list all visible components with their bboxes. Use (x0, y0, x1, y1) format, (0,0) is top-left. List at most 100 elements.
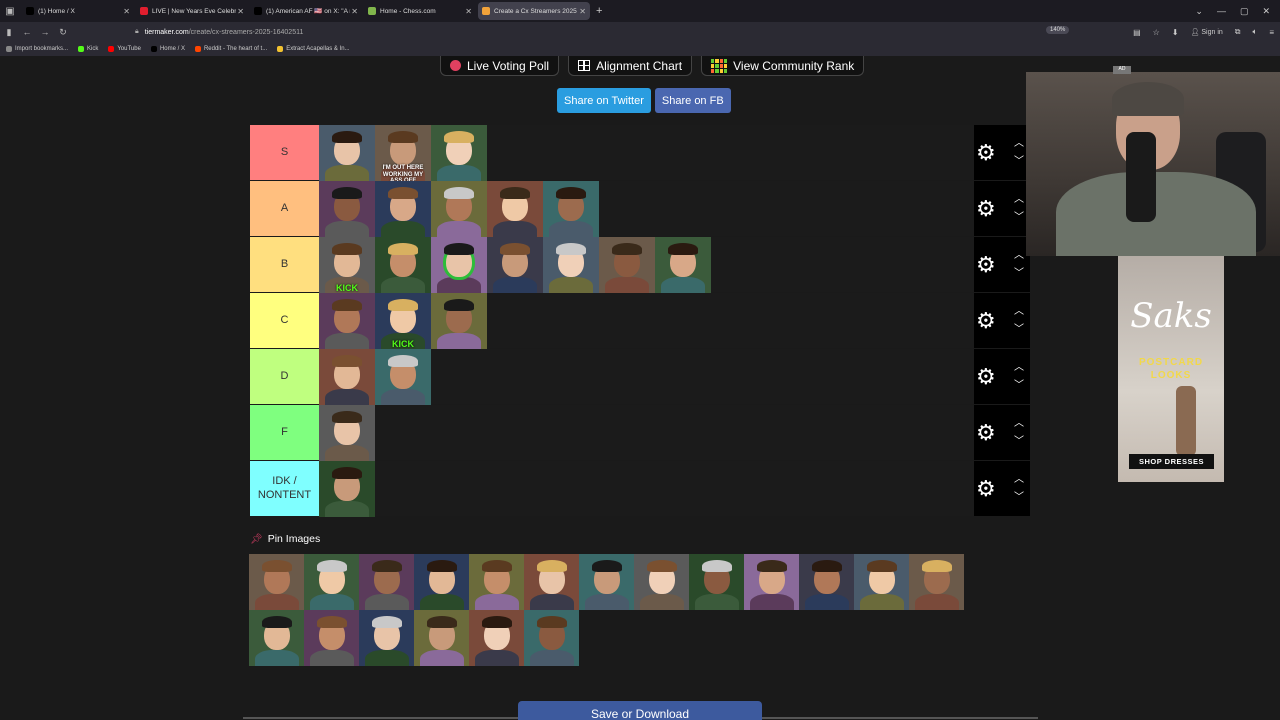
tier-items[interactable] (319, 405, 974, 461)
maximize-icon[interactable]: ▢ (1240, 6, 1249, 17)
bookmark-item[interactable]: Kick (78, 46, 98, 52)
address-bar[interactable]: 🔒︎ tiermaker.com /create/cx-streamers-20… (135, 25, 1085, 39)
tab-close-icon[interactable]: ✕ (351, 7, 358, 16)
bookmark-item[interactable]: Import bookmarks... (6, 46, 68, 52)
tier-label[interactable]: S (250, 125, 319, 180)
pin-image-avatar[interactable] (634, 554, 689, 610)
tier-item-avatar[interactable] (543, 181, 599, 237)
sign-in-button[interactable]: 👤︎ Sign in (1191, 28, 1223, 36)
tier-item-avatar[interactable] (375, 349, 431, 405)
browser-tab[interactable]: Home - Chess.com ✕ (364, 2, 476, 20)
tier-item-avatar[interactable]: I'M OUT HERE WORKING MY ASS OFF (375, 125, 431, 181)
back-icon[interactable]: ← (18, 27, 36, 37)
tier-item-avatar[interactable] (319, 349, 375, 405)
browser-tab[interactable]: LIVE | New Years Eve Celebratio✕ (136, 2, 248, 20)
pin-image-avatar[interactable] (359, 554, 414, 610)
tier-label[interactable]: C (250, 293, 319, 348)
gear-icon[interactable]: ⚙ (976, 421, 996, 444)
tier-items[interactable]: KICK (319, 293, 974, 349)
chevron-up-icon[interactable]: ︿ (1014, 418, 1024, 429)
tier-item-avatar[interactable]: KICK (375, 293, 431, 349)
chevron-down-icon[interactable]: ﹀ (1014, 156, 1024, 167)
tab-close-icon[interactable]: ✕ (579, 7, 586, 16)
gear-icon[interactable]: ⚙ (976, 309, 996, 332)
tier-items[interactable] (319, 461, 974, 517)
gear-icon[interactable]: ⚙ (976, 477, 996, 500)
alignment-chart-button[interactable]: Alignment Chart (568, 56, 693, 76)
gear-icon[interactable]: ⚙ (976, 365, 996, 388)
chevron-up-icon[interactable]: ︿ (1014, 362, 1024, 373)
chevron-down-icon[interactable]: ﹀ (1014, 492, 1024, 503)
tier-item-avatar[interactable] (487, 181, 543, 237)
close-window-icon[interactable]: ✕ (1262, 6, 1270, 17)
bookmark-item[interactable]: Home / X (150, 46, 185, 52)
tier-item-avatar[interactable] (487, 237, 543, 293)
chevron-up-icon[interactable]: ︿ (1014, 194, 1024, 205)
reload-icon[interactable]: ↻ (54, 27, 72, 38)
pin-image-avatar[interactable] (414, 610, 469, 666)
pin-image-avatar[interactable] (249, 554, 304, 610)
reader-view-icon[interactable]: ▤ (1133, 28, 1141, 37)
pin-image-avatar[interactable] (524, 554, 579, 610)
chevron-up-icon[interactable]: ︿ (1014, 474, 1024, 485)
tier-item-avatar[interactable] (319, 125, 375, 181)
tier-item-avatar[interactable] (319, 181, 375, 237)
minimize-icon[interactable]: — (1217, 6, 1226, 16)
chevron-down-icon[interactable]: ﹀ (1014, 212, 1024, 223)
tier-item-avatar[interactable] (599, 237, 655, 293)
tier-items[interactable]: KICK (319, 237, 974, 293)
tier-item-avatar[interactable] (431, 125, 487, 181)
pin-image-avatar[interactable] (359, 610, 414, 666)
tier-label[interactable]: F (250, 405, 319, 460)
tab-close-icon[interactable]: ✕ (123, 7, 130, 16)
extensions-icon[interactable]: ⧉ (1235, 27, 1241, 37)
forward-icon[interactable]: → (36, 27, 54, 37)
bookmark-star-icon[interactable]: ☆ (1153, 28, 1160, 37)
tier-items[interactable] (319, 181, 974, 237)
gear-icon[interactable]: ⚙ (976, 197, 996, 220)
pin-image-avatar[interactable] (744, 554, 799, 610)
tier-item-avatar[interactable] (319, 293, 375, 349)
tier-item-avatar[interactable] (375, 181, 431, 237)
bookmark-item[interactable]: Extract Acapellas & In... (277, 46, 350, 52)
tier-items[interactable]: I'M OUT HERE WORKING MY ASS OFF (319, 125, 974, 181)
pin-image-avatar[interactable] (909, 554, 964, 610)
mute-icon[interactable]: 🔈︎ (1253, 27, 1258, 37)
gear-icon[interactable]: ⚙ (976, 141, 996, 164)
pin-image-avatar[interactable] (469, 554, 524, 610)
bookmark-item[interactable]: YouTube (108, 46, 141, 52)
tier-label[interactable]: D (250, 349, 319, 404)
tier-item-avatar[interactable] (431, 237, 487, 293)
pin-image-avatar[interactable] (524, 610, 579, 666)
downloads-icon[interactable]: ⬇ (1172, 28, 1179, 37)
tier-label[interactable]: IDK / NONTENT (250, 461, 319, 516)
chevron-up-icon[interactable]: ︿ (1014, 306, 1024, 317)
tier-items[interactable] (319, 349, 974, 405)
chevron-up-icon[interactable]: ︿ (1014, 250, 1024, 261)
chevron-down-icon[interactable]: ﹀ (1014, 380, 1024, 391)
pin-image-avatar[interactable] (689, 554, 744, 610)
tier-label[interactable]: B (250, 237, 319, 292)
tab-close-icon[interactable]: ✕ (237, 7, 244, 16)
window-menu-icon[interactable]: ▣ (0, 0, 20, 22)
tier-item-avatar[interactable] (375, 237, 431, 293)
sidebar-toggle-icon[interactable]: ▮ (0, 27, 18, 38)
browser-tab[interactable]: Create a Cx Streamers 2025 Tie ✕ (478, 2, 590, 20)
pin-image-avatar[interactable] (469, 610, 524, 666)
pin-image-avatar[interactable] (799, 554, 854, 610)
pin-image-avatar[interactable] (304, 554, 359, 610)
tier-item-avatar[interactable]: KICK (319, 237, 375, 293)
tier-item-avatar[interactable] (431, 293, 487, 349)
gear-icon[interactable]: ⚙ (976, 253, 996, 276)
tab-close-icon[interactable]: ✕ (465, 7, 472, 16)
tier-item-avatar[interactable] (319, 405, 375, 461)
pin-image-avatar[interactable] (579, 554, 634, 610)
pin-image-avatar[interactable] (414, 554, 469, 610)
new-tab-icon[interactable]: + (596, 5, 602, 17)
save-download-button[interactable]: Save or Download (518, 701, 762, 720)
chevron-down-icon[interactable]: ﹀ (1014, 268, 1024, 279)
browser-tab[interactable]: (1) American AF 🇺🇸 on X: "A m ✕ (250, 2, 362, 20)
tab-list-icon[interactable]: ⌄ (1195, 6, 1203, 17)
tier-item-avatar[interactable] (655, 237, 711, 293)
menu-icon[interactable]: ≡ (1269, 28, 1274, 37)
